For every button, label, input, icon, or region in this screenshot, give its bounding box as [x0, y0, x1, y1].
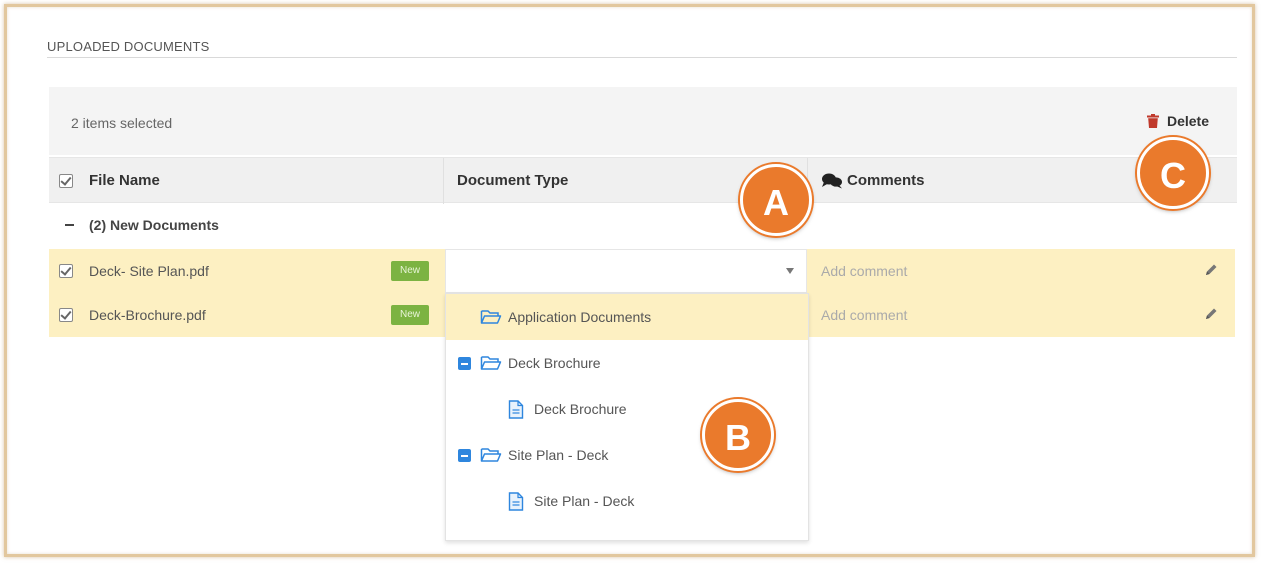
- file-name[interactable]: Deck-Brochure.pdf: [89, 307, 206, 323]
- delete-label: Delete: [1166, 113, 1209, 129]
- uploaded-documents-panel: UPLOADED DOCUMENTS 2 items selected Dele…: [4, 4, 1255, 557]
- comments-header[interactable]: Comments: [847, 172, 925, 189]
- column-separator: [443, 158, 444, 204]
- dropdown-option-label: Deck Brochure: [508, 355, 601, 371]
- section-divider: [47, 57, 1237, 58]
- document-icon: [508, 400, 524, 419]
- row-checkbox[interactable]: [59, 308, 73, 322]
- delete-button[interactable]: Delete: [1146, 113, 1209, 129]
- group-row[interactable]: (2) New Documents: [49, 205, 1237, 245]
- dropdown-option[interactable]: Deck Brochure: [446, 340, 808, 386]
- caret-down-icon[interactable]: [786, 268, 794, 274]
- collapse-group-icon[interactable]: [65, 224, 74, 226]
- selected-count: 2 items selected: [71, 115, 173, 131]
- folder-open-icon: [480, 448, 502, 462]
- select-all-checkbox[interactable]: [59, 174, 73, 188]
- folder-open-icon: [480, 310, 502, 324]
- dropdown-option[interactable]: Site Plan - Deck: [446, 478, 808, 524]
- document-type-select[interactable]: [445, 249, 807, 293]
- folder-open-icon: [480, 356, 502, 370]
- callout-c: C: [1137, 137, 1209, 209]
- dropdown-option-label: Site Plan - Deck: [534, 493, 635, 509]
- pencil-icon[interactable]: [1203, 262, 1219, 278]
- document-type-header[interactable]: Document Type: [457, 172, 568, 189]
- document-icon: [508, 492, 524, 511]
- dropdown-option-label: Site Plan - Deck: [508, 447, 609, 463]
- collapse-icon[interactable]: [458, 357, 471, 370]
- new-badge: New: [391, 261, 429, 281]
- table-header: File Name Document Type Comments: [49, 157, 1237, 204]
- callout-b: B: [702, 399, 774, 471]
- dropdown-option[interactable]: Application Documents: [446, 294, 808, 340]
- trash-icon: [1146, 114, 1159, 128]
- file-name-header[interactable]: File Name: [89, 172, 160, 189]
- section-title: UPLOADED DOCUMENTS: [47, 39, 210, 54]
- pencil-icon[interactable]: [1203, 306, 1219, 322]
- selection-toolbar: 2 items selected Delete: [49, 87, 1237, 155]
- file-name[interactable]: Deck- Site Plan.pdf: [89, 263, 209, 279]
- comments-icon: [822, 173, 842, 189]
- callout-a: A: [740, 164, 812, 236]
- group-label: (2) New Documents: [89, 217, 219, 233]
- row-checkbox[interactable]: [59, 264, 73, 278]
- new-badge: New: [391, 305, 429, 325]
- collapse-icon[interactable]: [458, 449, 471, 462]
- comment-input[interactable]: Add comment: [821, 263, 907, 279]
- comment-input[interactable]: Add comment: [821, 307, 907, 323]
- dropdown-option-label: Application Documents: [508, 309, 652, 325]
- dropdown-option-label: Deck Brochure: [534, 401, 627, 417]
